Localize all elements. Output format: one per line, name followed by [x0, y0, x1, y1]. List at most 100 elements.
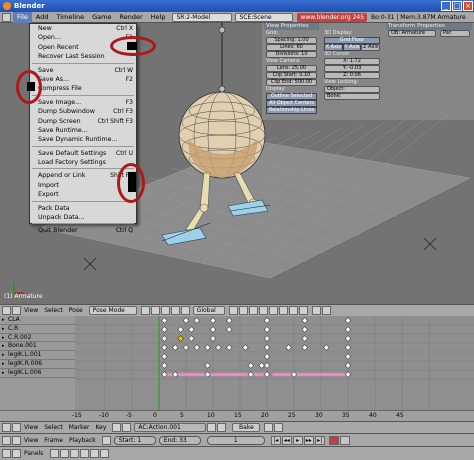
transform-orientation-selector[interactable]: Global [192, 306, 225, 315]
object-context-icon[interactable] [80, 449, 90, 458]
next-key-icon[interactable]: ▸▸ [303, 435, 314, 445]
cursor-y-field[interactable]: Y: -0.03 [324, 65, 380, 72]
copy-keys-icon[interactable] [264, 423, 274, 432]
menu-game[interactable]: Game [88, 12, 115, 23]
menu-timeline[interactable]: Timeline [52, 12, 88, 23]
maximize-button[interactable]: □ [452, 1, 462, 11]
channel-row[interactable]: ▸ legIK.L.001 [0, 351, 75, 360]
menu-item-save-image[interactable]: Save Image... F3 [30, 98, 136, 107]
lock-object-field[interactable]: Object: [324, 86, 380, 93]
header-collapse-icon[interactable] [12, 449, 21, 458]
menu-add[interactable]: Add [32, 12, 53, 23]
menu-item-save-runtime[interactable]: Save Runtime... [30, 126, 136, 135]
menu-pose[interactable]: Pose [66, 306, 86, 315]
menu-view[interactable]: View [21, 306, 41, 315]
jump-start-icon[interactable]: |◂ [270, 435, 281, 445]
logic-context-icon[interactable] [50, 449, 60, 458]
jump-end-icon[interactable]: ▸| [314, 435, 325, 445]
grid-lines-field[interactable]: Lines: 60 [266, 44, 317, 51]
channel-row[interactable]: ▸ C.R [0, 325, 75, 334]
window-type-icon[interactable] [2, 12, 11, 22]
action-name-field[interactable]: AC:Action.001 [134, 423, 207, 432]
blender-url-link[interactable]: www.blender.org 245 [297, 12, 368, 22]
menu-select[interactable]: Select [41, 306, 66, 315]
editor-type-icon[interactable] [2, 423, 11, 432]
channel-row[interactable]: ▸ Bone.001 [0, 342, 75, 352]
menu-key[interactable]: Key [93, 423, 110, 432]
menu-panels[interactable]: Panels [21, 449, 46, 458]
header-collapse-icon[interactable] [12, 306, 21, 315]
relationship-lines-toggle[interactable]: Relationship Lines [266, 107, 317, 114]
close-button[interactable]: × [463, 1, 473, 11]
x-axis-toggle[interactable]: X Axis [324, 44, 343, 51]
mode-selector[interactable]: Pose Mode [88, 306, 137, 315]
menu-marker[interactable]: Marker [66, 423, 93, 432]
fake-user-icon[interactable] [207, 423, 217, 432]
parent-field[interactable]: Par: [440, 30, 470, 37]
y-axis-toggle[interactable]: Y Axis [342, 44, 362, 51]
keying-set-icon[interactable] [339, 435, 350, 445]
bake-button[interactable]: Bake [232, 423, 261, 432]
scene-context-icon[interactable] [100, 449, 110, 458]
menu-file[interactable]: File [13, 11, 32, 23]
preview-range-icon[interactable] [101, 435, 111, 445]
menu-frame[interactable]: Frame [41, 436, 66, 445]
menu-select[interactable]: Select [41, 423, 66, 432]
prev-key-icon[interactable]: ◂◂ [281, 435, 292, 445]
layer-button-3[interactable] [248, 306, 258, 315]
action-editor[interactable]: ▸ CLA ▸ C.R ▸ C.R.002 ▸ Bone.001 ▸ legIK.L.00… [0, 316, 474, 421]
action-browse-icon[interactable] [122, 423, 132, 432]
menu-item-load-factory-settings[interactable]: Load Factory Settings [30, 158, 136, 167]
clip-start-field[interactable]: Clip Start: 0.10 [266, 72, 317, 79]
menu-item-pack-data[interactable]: Pack Data [30, 204, 136, 213]
z-axis-toggle[interactable]: Z Axis [361, 44, 381, 51]
menu-item-dump-screen[interactable]: Dump Screen Ctrl Shift F3 [30, 117, 136, 126]
start-frame-field[interactable]: Start: 1 [113, 435, 156, 445]
paste-keys-icon[interactable] [274, 423, 284, 432]
record-icon[interactable] [328, 435, 339, 445]
menu-item-compress-file[interactable]: Compress File [30, 84, 136, 93]
cursor-z-field[interactable]: Z: 0.06 [324, 72, 380, 79]
minimize-button[interactable]: _ [441, 1, 451, 11]
delete-action-icon[interactable] [217, 423, 227, 432]
menu-item-unpack-data[interactable]: Unpack Data... [30, 213, 136, 222]
layer-button-4[interactable] [258, 306, 268, 315]
menu-item-save-dynamic-runtime[interactable]: Save Dynamic Runtime... [30, 135, 136, 144]
channel-row[interactable]: ▸ legIK.R.006 [0, 360, 75, 369]
all-object-centers-toggle[interactable]: All Object Centers [266, 100, 317, 107]
frame-ruler[interactable]: -15 -10 -5 0 5 10 15 20 25 30 35 40 45 [0, 410, 474, 421]
manipulator-translate-icon[interactable] [160, 306, 170, 315]
draw-type-icon[interactable] [140, 306, 150, 315]
header-collapse-icon[interactable] [12, 423, 21, 432]
object-name-field[interactable]: OB: Armature [388, 30, 436, 37]
menu-item-save-as[interactable]: Save As... F2 [30, 75, 136, 84]
lens-field[interactable]: Lens: 25.00 [266, 65, 317, 72]
layer-button-5[interactable] [268, 306, 278, 315]
cursor-x-field[interactable]: X: 1.72 [324, 58, 380, 65]
layer-button-8[interactable] [298, 306, 308, 315]
editing-context-icon[interactable] [90, 449, 100, 458]
menu-view[interactable]: View [21, 436, 41, 445]
menu-item-new[interactable]: New Ctrl X [30, 24, 136, 33]
layer-button-6[interactable] [278, 306, 288, 315]
menu-item-dump-subwindow[interactable]: Dump Subwindow Ctrl F3 [30, 107, 136, 116]
grid-spacing-field[interactable]: Spacing: 1.00 [266, 37, 317, 44]
current-frame-field[interactable]: 1 [206, 435, 265, 445]
grid-floor-toggle[interactable]: Grid Floor [324, 37, 380, 44]
menu-render[interactable]: Render [115, 12, 146, 23]
keyframe-area[interactable] [75, 316, 474, 410]
editor-type-icon[interactable] [2, 435, 11, 445]
channel-row[interactable]: ▸ C.R.002 [0, 334, 75, 343]
menu-item-quit-blender[interactable]: Quit Blender Ctrl Q [30, 226, 136, 235]
outline-selected-toggle[interactable]: Outline Selected [266, 93, 317, 100]
layer-button-1[interactable] [228, 306, 238, 315]
header-collapse-icon[interactable] [12, 435, 21, 445]
editor-type-icon[interactable] [2, 449, 11, 458]
screen-selector[interactable]: SR:2-Model [172, 12, 233, 22]
menu-help[interactable]: Help [147, 12, 170, 23]
menu-item-save-default-settings[interactable]: Save Default Settings Ctrl U [30, 149, 136, 158]
play-icon[interactable]: ▸ [292, 435, 303, 445]
channel-row[interactable]: ▸ CLA [0, 316, 75, 325]
pivot-icon[interactable] [150, 306, 160, 315]
manipulator-rotate-icon[interactable] [170, 306, 180, 315]
